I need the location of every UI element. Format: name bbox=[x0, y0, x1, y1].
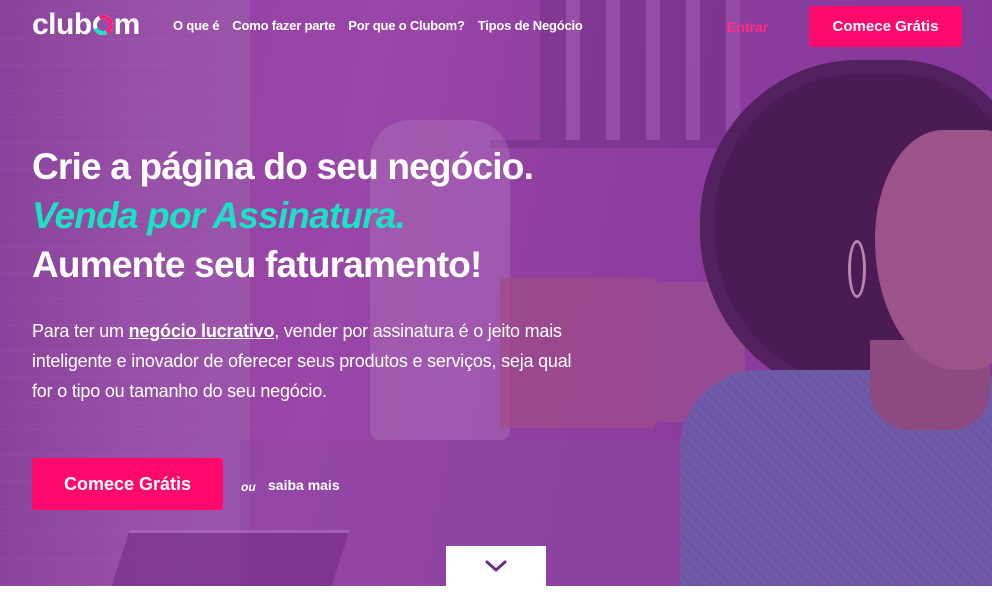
headline-line-3: Aumente seu faturamento! bbox=[32, 244, 482, 285]
scroll-down-button[interactable] bbox=[446, 546, 546, 600]
logo-text-start: club bbox=[32, 8, 92, 41]
login-link[interactable]: Entrar bbox=[727, 19, 768, 35]
logo-ring-icon bbox=[92, 15, 113, 35]
headline-line-2: Venda por Assinatura. bbox=[32, 195, 406, 236]
headline-line-1: Crie a página do seu negócio. bbox=[32, 146, 534, 187]
hero-description: Para ter um negócio lucrativo, vender po… bbox=[32, 316, 592, 406]
profitable-business-link[interactable]: negócio lucrativo bbox=[129, 321, 275, 341]
nav-link-como-fazer-parte[interactable]: Como fazer parte bbox=[232, 18, 335, 33]
nav-link-o-que-e[interactable]: O que é bbox=[173, 18, 219, 33]
hero-section: club m O que é Como fazer parte Por que … bbox=[0, 0, 992, 586]
top-navigation: club m O que é Como fazer parte Por que … bbox=[0, 0, 992, 54]
start-free-button[interactable]: Comece Grátis bbox=[32, 458, 223, 510]
chevron-down-icon bbox=[485, 560, 507, 572]
nav-links: O que é Como fazer parte Por que o Clubo… bbox=[173, 18, 583, 33]
clubom-logo[interactable]: club m bbox=[32, 8, 140, 42]
nav-link-tipos-de-negocio[interactable]: Tipos de Negócio bbox=[478, 18, 583, 33]
nav-link-por-que[interactable]: Por que o Clubom? bbox=[348, 18, 465, 33]
learn-more-link[interactable]: saiba mais bbox=[268, 477, 340, 493]
logo-text-end: m bbox=[113, 8, 141, 41]
start-free-button-header[interactable]: Comece Grátis bbox=[809, 6, 962, 47]
or-label: ou bbox=[241, 480, 256, 494]
hero-headline: Crie a página do seu negócio. Venda por … bbox=[32, 142, 592, 289]
description-start: Para ter um bbox=[32, 321, 129, 341]
